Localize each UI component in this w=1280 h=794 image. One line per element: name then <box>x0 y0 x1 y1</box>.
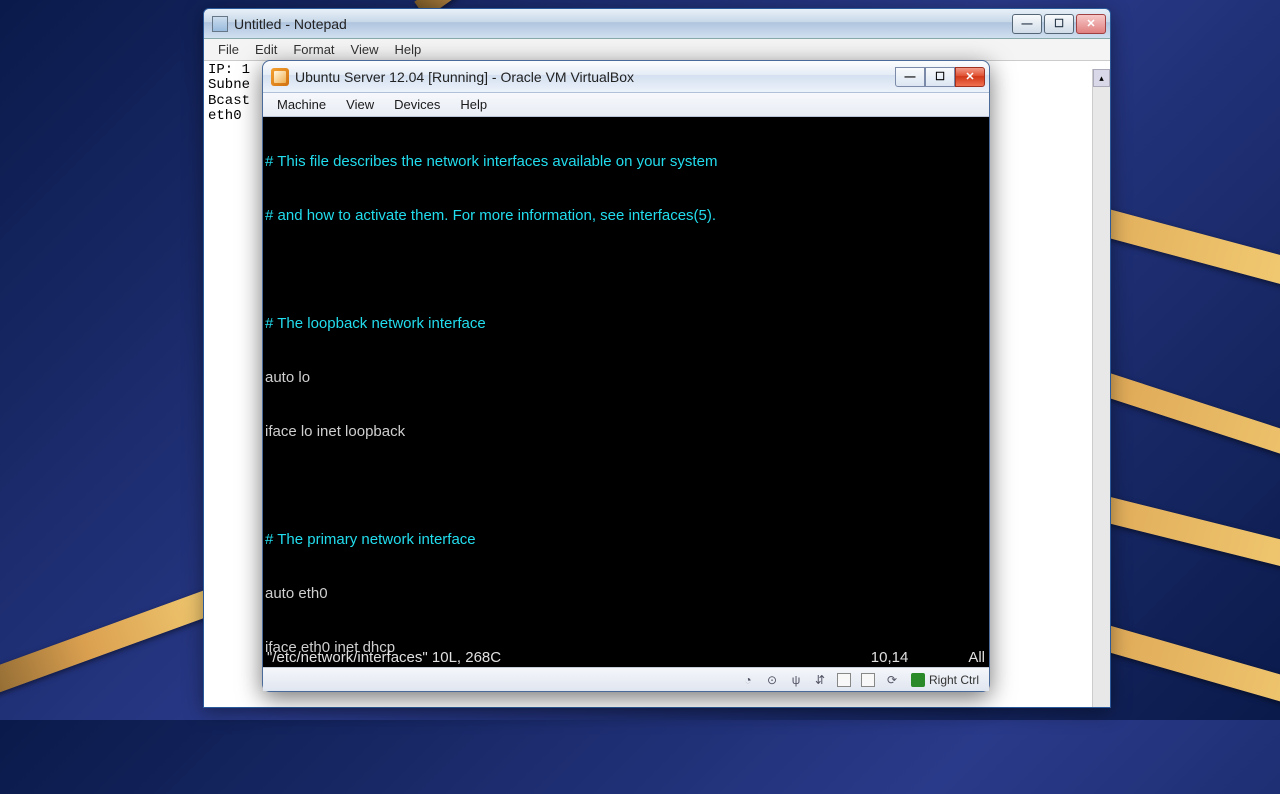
hard-disk-icon[interactable]: ◔ <box>739 671 757 689</box>
virtualbox-statusbar: ◔ ⊙ ψ ⇵ ⟳ Right Ctrl <box>263 667 989 691</box>
display-icon[interactable] <box>859 671 877 689</box>
vim-scroll-pct: All <box>968 649 985 667</box>
optical-disk-icon[interactable]: ⊙ <box>763 671 781 689</box>
menu-view[interactable]: View <box>343 40 387 59</box>
notepad-maximize-button[interactable]: ☐ <box>1044 14 1074 34</box>
vim-status-line: "/etc/network/interfaces" 10L, 268C 10,1… <box>263 649 989 667</box>
virtualbox-titlebar[interactable]: Ubuntu Server 12.04 [Running] - Oracle V… <box>263 61 989 93</box>
menu-help[interactable]: Help <box>386 40 429 59</box>
vm-console[interactable]: # This file describes the network interf… <box>263 117 989 667</box>
vb-close-button[interactable]: ✕ <box>955 67 985 87</box>
hostkey-label: Right Ctrl <box>929 673 979 687</box>
menu-file[interactable]: File <box>210 40 247 59</box>
notepad-menubar: File Edit Format View Help <box>204 39 1110 61</box>
term-comment: # The loopback network interface <box>263 315 989 333</box>
shared-folders-icon[interactable] <box>835 671 853 689</box>
virtualbox-icon <box>271 68 289 86</box>
virtualbox-menubar: Machine View Devices Help <box>263 93 989 117</box>
vim-file-status: "/etc/network/interfaces" 10L, 268C <box>267 649 501 667</box>
vb-maximize-button[interactable]: ☐ <box>925 67 955 87</box>
virtualbox-window: Ubuntu Server 12.04 [Running] - Oracle V… <box>262 60 990 692</box>
term-comment: # This file describes the network interf… <box>263 153 989 171</box>
menu-view[interactable]: View <box>336 95 384 114</box>
term-blank <box>263 261 989 279</box>
host-key-indicator: Right Ctrl <box>907 671 983 689</box>
term-line-auto-lo: auto lo <box>263 369 989 387</box>
menu-machine[interactable]: Machine <box>267 95 336 114</box>
term-blank <box>263 477 989 495</box>
term-line-iface-lo: iface lo inet loopback <box>263 423 989 441</box>
notepad-titlebar[interactable]: Untitled - Notepad — ☐ ✕ <box>204 9 1110 39</box>
menu-format[interactable]: Format <box>285 40 342 59</box>
recording-icon[interactable]: ⟳ <box>883 671 901 689</box>
virtualbox-title: Ubuntu Server 12.04 [Running] - Oracle V… <box>295 69 895 85</box>
vim-cursor-pos: 10,14 <box>871 649 909 667</box>
term-line-auto-eth0: auto eth0 <box>263 585 989 603</box>
menu-devices[interactable]: Devices <box>384 95 450 114</box>
notepad-icon <box>212 16 228 32</box>
notepad-scrollbar[interactable]: ▴ <box>1092 69 1110 707</box>
menu-help[interactable]: Help <box>450 95 497 114</box>
notepad-close-button[interactable]: ✕ <box>1076 14 1106 34</box>
term-comment: # and how to activate them. For more inf… <box>263 207 989 225</box>
term-comment: # The primary network interface <box>263 531 989 549</box>
usb-icon[interactable]: ψ <box>787 671 805 689</box>
notepad-title: Untitled - Notepad <box>234 16 1012 32</box>
network-icon[interactable]: ⇵ <box>811 671 829 689</box>
scroll-up-icon[interactable]: ▴ <box>1093 69 1110 87</box>
menu-edit[interactable]: Edit <box>247 40 285 59</box>
notepad-minimize-button[interactable]: — <box>1012 14 1042 34</box>
vb-minimize-button[interactable]: — <box>895 67 925 87</box>
hostkey-icon <box>911 673 925 687</box>
